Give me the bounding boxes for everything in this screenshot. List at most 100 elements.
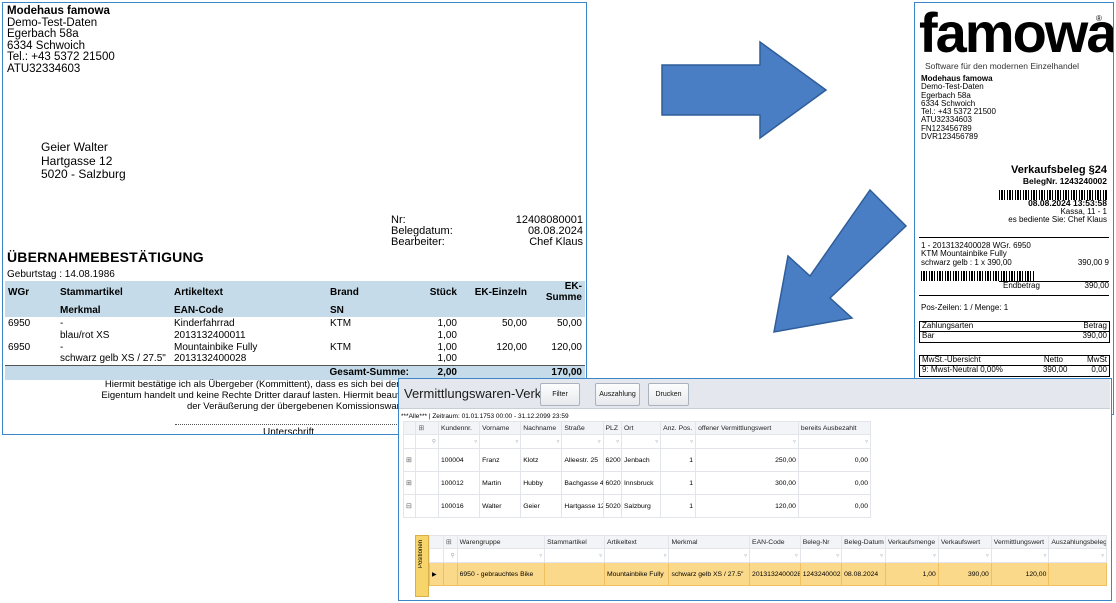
col-header xyxy=(5,303,57,317)
cell: schwarz gelb XS / 27.5" xyxy=(60,353,166,365)
filter-input[interactable]: ▿ xyxy=(602,434,623,449)
filter-input[interactable]: ▿ xyxy=(437,434,481,449)
col-header-verkaufswert[interactable]: Verkaufswert xyxy=(937,535,992,549)
row-indicator-icon: ▶ xyxy=(429,562,444,586)
payment-header: Zahlungsarten xyxy=(922,321,974,330)
table-row[interactable]: ⊞ 100004 Franz Klotz Alleestr. 25 6200 J… xyxy=(402,448,872,472)
col-header-ort[interactable]: Ort xyxy=(621,421,662,435)
col-header-merkmal[interactable]: Merkmal xyxy=(668,535,751,549)
brand-logo: famowa xyxy=(919,2,1114,64)
filter-input[interactable]: ▿ xyxy=(937,548,992,563)
filter-input[interactable]: ▿ xyxy=(544,548,605,563)
collapse-icon[interactable]: ⊟ xyxy=(402,494,417,518)
filter-input[interactable]: ▿ xyxy=(884,548,939,563)
column-chooser-icon[interactable]: ⊞ xyxy=(415,421,439,435)
cell: 1,00 xyxy=(437,341,457,353)
cell: KTM xyxy=(330,317,352,329)
col-header-verkaufsmenge[interactable]: Verkaufsmenge xyxy=(884,535,939,549)
table-row[interactable]: ⊟ 100016 Walter Geier Hartgasse 12 5020 … xyxy=(402,494,872,518)
filter-input[interactable]: ▿ xyxy=(695,434,799,449)
table-row[interactable]: ▶ 6950 - gebrauchtes Bike Mountainbike F… xyxy=(429,562,1107,586)
cell: Alleestr. 25 xyxy=(561,448,604,472)
customer-street: Hartgasse 12 xyxy=(41,153,113,168)
vat-header: Netto xyxy=(1043,355,1063,364)
filter-input[interactable]: ▿ xyxy=(603,548,670,563)
cell: 1,00 xyxy=(884,562,939,586)
cell: Geier xyxy=(520,494,563,518)
col-header-kundennr[interactable]: Kundennr. xyxy=(437,421,481,435)
expand-icon[interactable]: ⊞ xyxy=(402,448,417,472)
col-header-artikeltext[interactable]: Artikeltext xyxy=(603,535,670,549)
col-header-warengruppe[interactable]: Warengruppe xyxy=(456,535,546,549)
col-header xyxy=(530,303,585,317)
print-button[interactable]: Drucken xyxy=(648,383,689,406)
filter-input[interactable]: ▿ xyxy=(660,434,697,449)
filter-input[interactable]: ▿ xyxy=(1048,548,1107,563)
company-line: Egerbach 58a xyxy=(7,28,79,40)
vat-cell: 390,00 xyxy=(1042,365,1068,374)
positions-tab-label: Positionen xyxy=(418,540,424,569)
col-header: Merkmal xyxy=(57,303,171,317)
receipt-served-by: es bediente Sie: Chef Klaus xyxy=(1008,215,1107,225)
col-header xyxy=(412,303,460,317)
customer-grid: ⊞ Kundennr. Vorname Nachname Straße PLZ … xyxy=(402,421,872,518)
cell: 300,00 xyxy=(695,471,799,495)
filter-input[interactable]: ▿ xyxy=(841,548,886,563)
table-row[interactable]: ⊞ 100012 Martin Hubby Bachgasse 45c 6020… xyxy=(402,471,872,495)
filter-input[interactable]: ▿ xyxy=(621,434,662,449)
col-header-ausbezahlt[interactable]: bereits Ausbezahlt xyxy=(797,421,872,435)
col-header: Stammartikel xyxy=(57,281,171,303)
col-header-strasse[interactable]: Straße xyxy=(561,421,604,435)
cell: 1,00 xyxy=(437,317,457,329)
cell: Hartgasse 12 xyxy=(561,494,604,518)
filter-input[interactable]: ▿ xyxy=(561,434,604,449)
filter-input[interactable]: ▿ xyxy=(797,434,872,449)
cell: 5020 xyxy=(602,494,623,518)
filter-icon[interactable]: ⚲ xyxy=(442,548,458,563)
cell: 100004 xyxy=(437,448,481,472)
filter-input[interactable]: ▿ xyxy=(749,548,801,563)
cell: blau/rot XS xyxy=(60,329,110,341)
col-header-auszahlungsbeleg[interactable]: Auszahlungsbeleg xyxy=(1048,535,1107,549)
vat-table: MwSt.-Übersicht Netto MwSt 9: Mwst-Neutral… xyxy=(919,355,1110,377)
cell: 2013132400011 xyxy=(174,329,246,341)
cell xyxy=(530,353,585,365)
sales-receipt: famowa ® Software für den modernen Einze… xyxy=(914,2,1114,415)
receipt-title: Verkaufsbeleg §24 xyxy=(1010,164,1107,176)
cell: 50,00 xyxy=(501,317,527,329)
col-header-offener-wert[interactable]: offener Vermittlungswert xyxy=(695,421,799,435)
col-header-vermittlungswert[interactable]: Vermittlungswert xyxy=(990,535,1050,549)
filter-icon[interactable]: ⚲ xyxy=(415,434,439,449)
cell: 08.08.2024 xyxy=(841,562,886,586)
filter-input[interactable]: ▿ xyxy=(456,548,546,563)
filter-input[interactable]: ▿ xyxy=(479,434,522,449)
table-row: schwarz gelb XS / 27.5" 2013132400028 1,00 xyxy=(5,353,585,365)
cell: Bachgasse 45c xyxy=(561,471,604,495)
expand-icon[interactable]: ⊞ xyxy=(402,471,417,495)
positions-tab[interactable]: Positionen xyxy=(415,535,429,597)
table-row: blau/rot XS 2013132400011 1,00 xyxy=(5,329,585,341)
col-header-stammartikel[interactable]: Stammartikel xyxy=(544,535,605,549)
col-header-beleg-nr[interactable]: Beleg-Nr xyxy=(799,535,843,549)
col-header-ean[interactable]: EAN-Code xyxy=(749,535,801,549)
col-header: Artikeltext xyxy=(171,281,327,303)
cell: 1,00 xyxy=(437,329,457,341)
col-header-anz-pos[interactable]: Anz. Pos. xyxy=(660,421,697,435)
payout-button[interactable]: Auszahlung xyxy=(595,383,640,406)
col-header-beleg-datum[interactable]: Beleg-Datum xyxy=(841,535,886,549)
filter-input[interactable]: ▿ xyxy=(668,548,751,563)
table-row: 6950 - Kinderfahrrad KTM 1,00 50,00 50,00 xyxy=(5,317,585,329)
col-header-nachname[interactable]: Nachname xyxy=(520,421,563,435)
cell: 120,00 xyxy=(496,341,527,353)
col-header-plz[interactable]: PLZ xyxy=(602,421,623,435)
filter-input[interactable]: ▿ xyxy=(520,434,563,449)
cell xyxy=(460,329,530,341)
column-chooser-icon[interactable]: ⊞ xyxy=(442,535,458,549)
customer-city: 5020 - Salzburg xyxy=(41,167,126,181)
col-header-vorname[interactable]: Vorname xyxy=(479,421,522,435)
filter-input[interactable]: ▿ xyxy=(990,548,1050,563)
filter-button[interactable]: Filter xyxy=(540,383,580,406)
company-line: ATU32334603 xyxy=(7,62,81,75)
slogan: Software für den modernen Einzelhandel xyxy=(925,61,1080,71)
filter-input[interactable]: ▿ xyxy=(799,548,843,563)
